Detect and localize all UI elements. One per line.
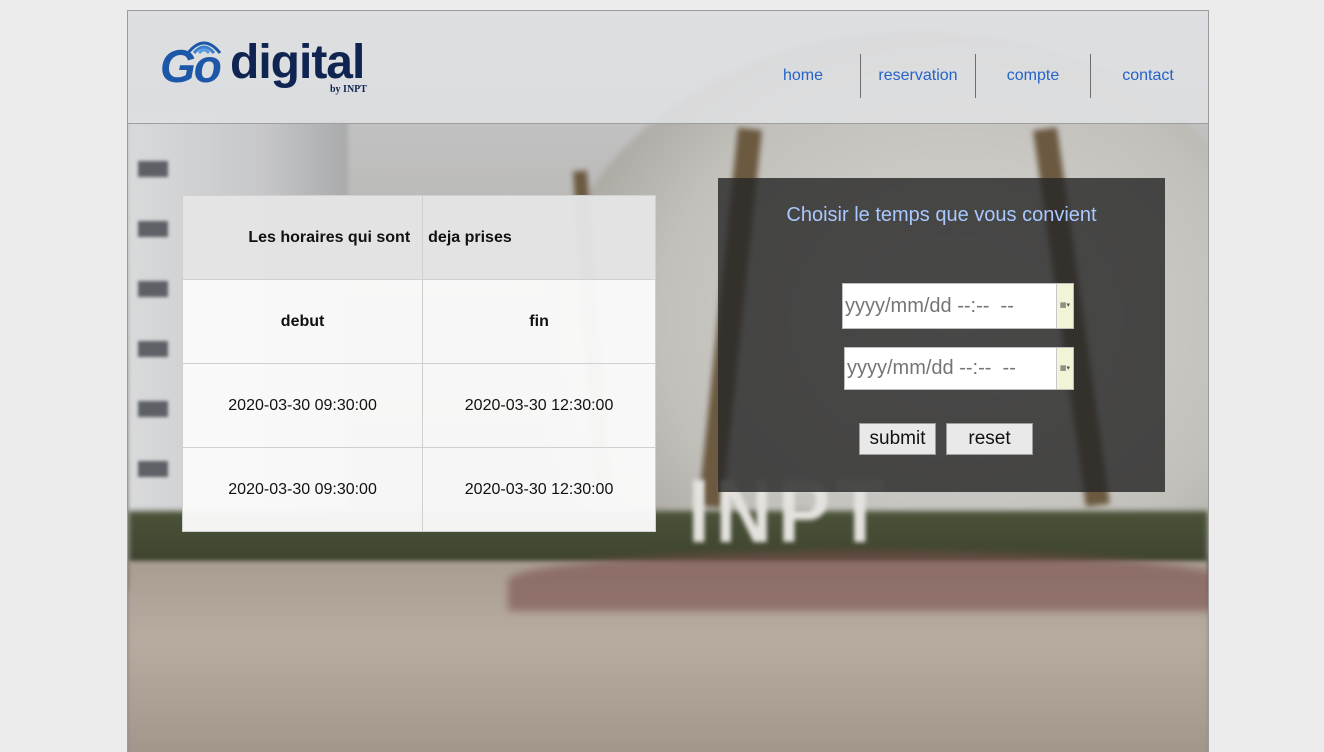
main-nav: home reservation compte contact bbox=[746, 54, 1205, 98]
submit-button[interactable]: submit bbox=[859, 423, 936, 455]
start-datetime-input[interactable] bbox=[843, 284, 1057, 328]
nav-home-link[interactable]: home bbox=[746, 54, 860, 98]
form-title: Choisir le temps que vous convient bbox=[786, 204, 1097, 226]
calendar-dropdown-icon[interactable]: ▦▾ bbox=[1056, 284, 1073, 328]
site-header: Go digital by INPT home reservation comp… bbox=[128, 11, 1208, 124]
nav-contact-link[interactable]: contact bbox=[1090, 54, 1205, 98]
logo-by-inpt-text: by INPT bbox=[330, 84, 367, 95]
end-datetime-field[interactable]: ▦▾ bbox=[844, 347, 1074, 390]
nav-compte-link[interactable]: compte bbox=[975, 54, 1090, 98]
table-heading-part-2: deja prises bbox=[422, 195, 656, 280]
godigital-logo[interactable]: Go digital by INPT bbox=[160, 37, 380, 107]
logo-go-text: Go bbox=[160, 40, 222, 92]
page-frame: INPT Go digital by INPT home reservation… bbox=[127, 10, 1209, 752]
cell-debut: 2020-03-30 09:30:00 bbox=[181, 363, 424, 448]
nav-reservation-link[interactable]: reservation bbox=[860, 54, 975, 98]
cell-fin: 2020-03-30 12:30:00 bbox=[422, 447, 656, 532]
cell-fin: 2020-03-30 12:30:00 bbox=[422, 363, 656, 448]
column-header-debut: debut bbox=[181, 279, 424, 364]
end-datetime-input[interactable] bbox=[845, 348, 1059, 389]
calendar-dropdown-icon[interactable]: ▦▾ bbox=[1056, 348, 1073, 389]
reset-button[interactable]: reset bbox=[946, 423, 1033, 455]
cell-debut: 2020-03-30 09:30:00 bbox=[181, 447, 424, 532]
table-heading-row: Les horaires qui sont deja prises bbox=[181, 195, 656, 280]
table-header-row: debut fin bbox=[181, 279, 656, 364]
start-datetime-field[interactable]: ▦▾ bbox=[842, 283, 1074, 329]
table-row: 2020-03-30 09:30:00 2020-03-30 12:30:00 bbox=[181, 363, 656, 448]
column-header-fin: fin bbox=[422, 279, 656, 364]
reservation-form-panel: Choisir le temps que vous convient ▦▾ ▦▾… bbox=[718, 178, 1165, 492]
table-row: 2020-03-30 09:30:00 2020-03-30 12:30:00 bbox=[181, 447, 656, 532]
booked-slots-table: Les horaires qui sont deja prises debut … bbox=[181, 195, 656, 532]
logo-digital-text: digital bbox=[230, 36, 365, 89]
table-heading-part-1: Les horaires qui sont bbox=[181, 195, 424, 280]
